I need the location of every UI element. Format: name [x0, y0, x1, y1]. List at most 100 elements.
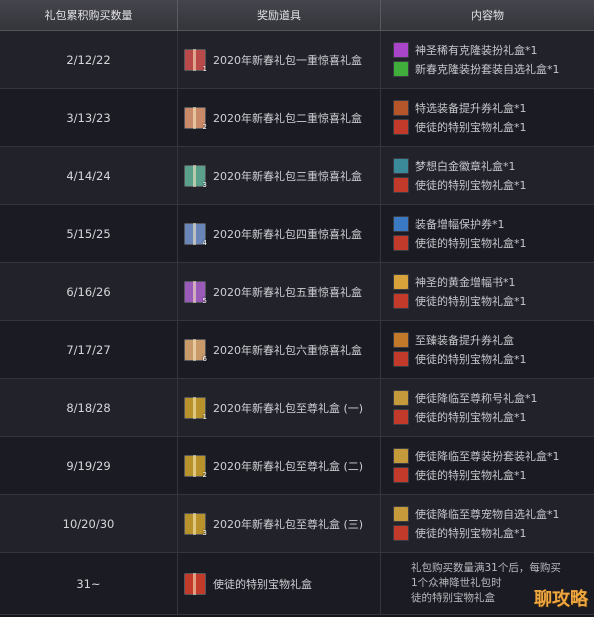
reward-label: 2020年新春礼包五重惊喜礼盒 — [213, 285, 362, 299]
content-item: 使徒的特别宝物礼盒*1 — [393, 119, 527, 135]
content-item-label: 新春克隆装扮套装自选礼盒*1 — [415, 63, 560, 76]
item-icon — [393, 409, 409, 425]
item-icon — [393, 119, 409, 135]
row-contents: 装备增幅保护券*1 使徒的特别宝物礼盒*1 — [381, 205, 594, 262]
row-count: 2/12/22 — [0, 31, 178, 88]
reward-label: 2020年新春礼包六重惊喜礼盒 — [213, 343, 362, 357]
row-reward: 5 2020年新春礼包五重惊喜礼盒 — [178, 263, 381, 320]
table-row: 4/14/24 3 2020年新春礼包三重惊喜礼盒 梦想白金徽章礼盒*1 使徒的… — [0, 147, 594, 205]
content-item: 使徒的特别宝物礼盒*1 — [393, 235, 527, 251]
content-item-label: 装备增幅保护券*1 — [415, 218, 505, 231]
row-reward: 3 2020年新春礼包三重惊喜礼盒 — [178, 147, 381, 204]
reward-label: 2020年新春礼包三重惊喜礼盒 — [213, 169, 362, 183]
item-icon — [393, 42, 409, 58]
item-icon — [393, 100, 409, 116]
content-item: 使徒的特别宝物礼盒*1 — [393, 293, 527, 309]
table-header: 礼包累积购买数量 奖励道具 内容物 — [0, 0, 594, 31]
content-item-label: 使徒的特别宝物礼盒*1 — [415, 527, 527, 540]
row-count: 5/15/25 — [0, 205, 178, 262]
row-count: 6/16/26 — [0, 263, 178, 320]
row-count: 10/20/30 — [0, 495, 178, 552]
content-item: 使徒的特别宝物礼盒*1 — [393, 177, 527, 193]
content-item: 使徒的特别宝物礼盒*1 — [393, 351, 527, 367]
row-reward: 1 2020年新春礼包至尊礼盒 (一) — [178, 379, 381, 436]
header-reward: 奖励道具 — [178, 0, 381, 30]
item-icon — [393, 61, 409, 77]
reward-label: 2020年新春礼包一重惊喜礼盒 — [213, 53, 362, 67]
gift-box-icon: 1 — [184, 48, 207, 73]
content-item: 特选装备提升券礼盒*1 — [393, 100, 527, 116]
site-watermark: 聊攻略 — [534, 589, 588, 610]
row-count: 4/14/24 — [0, 147, 178, 204]
item-icon — [393, 332, 409, 348]
table-row: 7/17/27 6 2020年新春礼包六重惊喜礼盒 至臻装备提升券礼盒 使徒的特… — [0, 321, 594, 379]
header-count: 礼包累积购买数量 — [0, 0, 178, 30]
row-count: 9/19/29 — [0, 437, 178, 494]
content-item-label: 使徒的特别宝物礼盒*1 — [415, 353, 527, 366]
note-line-2: 1个众神降世礼包时 — [411, 577, 502, 589]
row-reward: 1 2020年新春礼包一重惊喜礼盒 — [178, 31, 381, 88]
gift-tier-badge: 3 — [202, 528, 207, 537]
gift-box-icon: 4 — [184, 222, 207, 247]
reward-label: 使徒的特别宝物礼盒 — [213, 577, 312, 591]
item-icon — [393, 177, 409, 193]
table-row: 9/19/29 2 2020年新春礼包至尊礼盒 (二) 使徒降临至尊装扮套装礼盒… — [0, 437, 594, 495]
content-item-label: 至臻装备提升券礼盒 — [415, 334, 514, 347]
row-reward: 2 2020年新春礼包二重惊喜礼盒 — [178, 89, 381, 146]
content-item: 梦想白金徽章礼盒*1 — [393, 158, 516, 174]
item-icon — [393, 158, 409, 174]
content-item: 神圣稀有克隆装扮礼盒*1 — [393, 42, 538, 58]
content-item: 新春克隆装扮套装自选礼盒*1 — [393, 61, 560, 77]
gift-box-icon: 1 — [184, 396, 207, 421]
header-contents: 内容物 — [471, 9, 504, 22]
content-item: 使徒的特别宝物礼盒*1 — [393, 409, 527, 425]
row-contents: 神圣的黄金增幅书*1 使徒的特别宝物礼盒*1 — [381, 263, 594, 320]
row-reward: 3 2020年新春礼包至尊礼盒 (三) — [178, 495, 381, 552]
item-icon — [393, 235, 409, 251]
content-item-label: 神圣稀有克隆装扮礼盒*1 — [415, 44, 538, 57]
gift-box-icon: 2 — [184, 106, 207, 131]
gift-tier-badge: 1 — [202, 64, 207, 73]
reward-label: 2020年新春礼包至尊礼盒 (一) — [213, 401, 364, 415]
row-count: 7/17/27 — [0, 321, 178, 378]
gift-tier-badge: 5 — [202, 296, 207, 305]
content-item: 使徒降临至尊装扮套装礼盒*1 — [393, 448, 560, 464]
row-reward: 6 2020年新春礼包六重惊喜礼盒 — [178, 321, 381, 378]
row-count: 3/13/23 — [0, 89, 178, 146]
row-reward: 4 2020年新春礼包四重惊喜礼盒 — [178, 205, 381, 262]
item-icon — [393, 525, 409, 541]
content-item-label: 使徒的特别宝物礼盒*1 — [415, 411, 527, 424]
table-row-final: 31~ 使徒的特别宝物礼盒 礼包购买数量满31个后，每购买 1个众神降世礼包时 … — [0, 553, 594, 615]
gift-box-icon: 2 — [184, 454, 207, 479]
content-item-label: 神圣的黄金增幅书*1 — [415, 276, 516, 289]
content-item-label: 使徒的特别宝物礼盒*1 — [415, 237, 527, 250]
row-contents: 梦想白金徽章礼盒*1 使徒的特别宝物礼盒*1 — [381, 147, 594, 204]
content-item-label: 使徒降临至尊称号礼盒*1 — [415, 392, 538, 405]
gift-box-icon: 5 — [184, 280, 207, 305]
item-icon — [393, 216, 409, 232]
note-line-3: 徒的特别宝物礼盒 — [411, 592, 495, 604]
row-count: 8/18/28 — [0, 379, 178, 436]
reward-label: 2020年新春礼包二重惊喜礼盒 — [213, 111, 362, 125]
item-icon — [393, 467, 409, 483]
row-contents: 使徒降临至尊称号礼盒*1 使徒的特别宝物礼盒*1 — [381, 379, 594, 436]
item-icon — [393, 448, 409, 464]
reward-label: 2020年新春礼包至尊礼盒 (二) — [213, 459, 364, 473]
reward-label: 2020年新春礼包四重惊喜礼盒 — [213, 227, 362, 241]
item-icon — [393, 351, 409, 367]
row-contents: 使徒降临至尊装扮套装礼盒*1 使徒的特别宝物礼盒*1 — [381, 437, 594, 494]
content-item-label: 使徒降临至尊宠物自选礼盒*1 — [415, 508, 560, 521]
note-line-1: 礼包购买数量满31个后，每购买 — [411, 562, 561, 574]
content-item: 使徒的特别宝物礼盒*1 — [393, 525, 527, 541]
reward-table: 礼包累积购买数量 奖励道具 内容物 2/12/22 1 2020年新春礼包一重惊… — [0, 0, 594, 617]
item-icon — [393, 390, 409, 406]
gift-tier-badge: 6 — [202, 354, 207, 363]
content-item: 使徒降临至尊称号礼盒*1 — [393, 390, 538, 406]
item-icon — [393, 293, 409, 309]
content-item-label: 使徒的特别宝物礼盒*1 — [415, 469, 527, 482]
row-reward: 使徒的特别宝物礼盒 — [178, 553, 381, 614]
content-item-label: 梦想白金徽章礼盒*1 — [415, 160, 516, 173]
gift-box-icon — [184, 572, 206, 595]
gift-tier-badge: 1 — [202, 412, 207, 421]
table-row: 10/20/30 3 2020年新春礼包至尊礼盒 (三) 使徒降临至尊宠物自选礼… — [0, 495, 594, 553]
